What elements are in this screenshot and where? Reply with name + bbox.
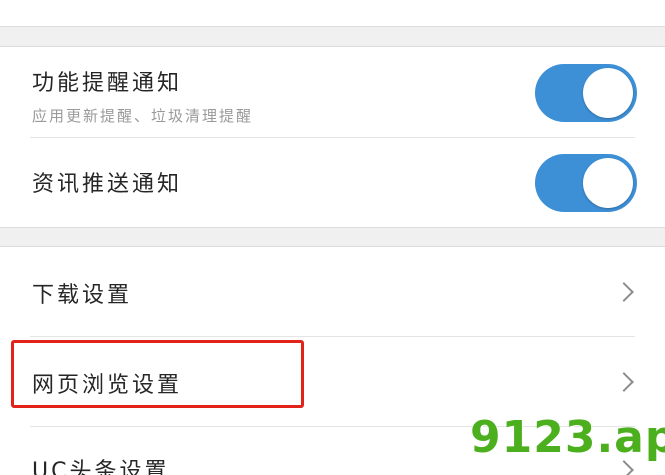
toggle-knob [583, 68, 633, 118]
feature-reminder-row[interactable]: 功能提醒通知 应用更新提醒、垃圾清理提醒 [0, 47, 665, 137]
settings-item-label: UC头条设置 [32, 459, 170, 475]
feature-reminder-subtitle: 应用更新提醒、垃圾清理提醒 [32, 107, 254, 125]
previous-settings-group [0, 0, 665, 27]
chevron-right-icon [614, 282, 634, 302]
chevron-right-icon [614, 372, 634, 392]
settings-item-download[interactable]: 下载设置 [0, 247, 665, 336]
news-push-row[interactable]: 资讯推送通知 [0, 138, 665, 227]
settings-screen: 功能提醒通知 应用更新提醒、垃圾清理提醒 资讯推送通知 下载设置 网页浏览设置 … [0, 0, 665, 475]
news-push-title: 资讯推送通知 [32, 172, 183, 197]
settings-item-label: 下载设置 [32, 283, 133, 308]
news-push-toggle[interactable] [535, 154, 637, 212]
watermark-logo: 9123.app [470, 412, 665, 463]
notification-settings-group: 功能提醒通知 应用更新提醒、垃圾清理提醒 资讯推送通知 [0, 46, 665, 228]
feature-reminder-title: 功能提醒通知 [32, 71, 183, 96]
feature-reminder-toggle[interactable] [535, 64, 637, 122]
toggle-knob [583, 158, 633, 208]
settings-item-label: 网页浏览设置 [32, 373, 183, 398]
